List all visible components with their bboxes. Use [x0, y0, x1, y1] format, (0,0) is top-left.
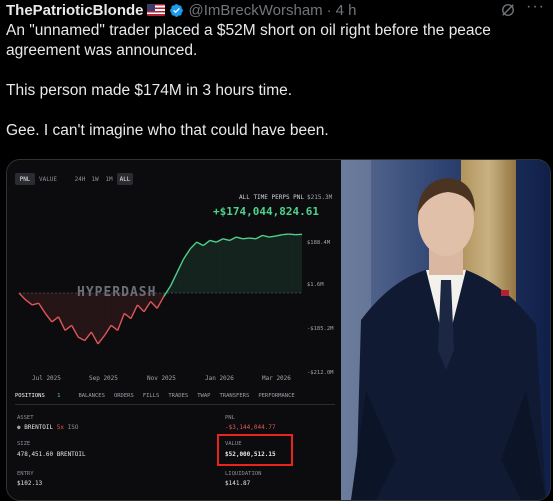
- y-tick-2: $1.6M: [307, 282, 324, 288]
- tab-trades[interactable]: TRADES: [168, 393, 188, 399]
- asset-leverage: 5x: [57, 424, 64, 431]
- pnl-area-segment: [177, 259, 184, 293]
- handle[interactable]: @ImBreckWorsham: [189, 2, 323, 19]
- oil-drop-icon: ●: [17, 424, 21, 431]
- position-tabs: POSITIONS 1 BALANCES ORDERS FILLS TRADES…: [15, 393, 304, 399]
- tab-orders[interactable]: ORDERS: [114, 393, 134, 399]
- pnl-area-segment: [276, 235, 283, 293]
- pnl-area-segment: [210, 240, 217, 293]
- pnl-value: -$3,144,044.77: [225, 424, 276, 431]
- pnl-area-segment: [249, 238, 256, 293]
- timestamp[interactable]: 4 h: [336, 2, 357, 19]
- pnl-label: PNL: [225, 415, 235, 421]
- pnl-area-segment: [65, 293, 72, 330]
- y-tick-3: -$185.2M: [307, 326, 334, 332]
- pnl-area-segment: [236, 237, 243, 293]
- grok-icon[interactable]: [499, 1, 517, 19]
- pnl-area-segment: [78, 293, 85, 341]
- pnl-area-segment: [223, 239, 230, 293]
- pnl-line-segment: [282, 234, 289, 235]
- pnl-area-segment: [282, 234, 289, 293]
- separator: ·: [327, 2, 332, 19]
- pnl-area-segment: [190, 242, 197, 293]
- tweet-paragraph-1: An "unnamed" trader placed a $52M short …: [6, 21, 546, 61]
- liquidation-label: LIQUIDATION: [225, 471, 261, 477]
- tweet-text: An "unnamed" trader placed a $52M short …: [6, 21, 546, 161]
- pnl-area-segment: [230, 237, 237, 293]
- pnl-area-segment: [263, 235, 270, 293]
- y-tick-4: -$212.0M: [307, 370, 334, 376]
- tab-fills[interactable]: FILLS: [143, 393, 160, 399]
- tweet-paragraph-3: Gee. I can't imagine who that could have…: [6, 121, 546, 141]
- x-tick-5: Mar 2026: [262, 375, 291, 382]
- pnl-area-segment: [256, 235, 263, 293]
- us-flag-icon: [147, 4, 165, 16]
- asset-label: ASSET: [17, 415, 34, 421]
- pnl-area-segment: [203, 240, 210, 293]
- pnl-line-segment: [243, 238, 250, 239]
- entry-label: ENTRY: [17, 471, 34, 477]
- verified-badge-icon: [169, 3, 184, 18]
- media-attachment[interactable]: PNL VALUE 24H 1W 1M ALL ALL TIME PERPS P…: [6, 159, 551, 501]
- display-name[interactable]: ThePatrioticBlonde: [6, 2, 144, 19]
- pnl-area-segment: [269, 236, 276, 293]
- pnl-area-segment: [184, 249, 191, 293]
- tab-transfers[interactable]: TRANSFERS: [220, 393, 250, 399]
- x-tick-3: Nov 2025: [147, 375, 176, 382]
- photo-illustration: [341, 160, 550, 500]
- hyperdash-screenshot: PNL VALUE 24H 1W 1M ALL ALL TIME PERPS P…: [7, 160, 341, 500]
- tab-balances[interactable]: BALANCES: [78, 393, 105, 399]
- asset-name: BRENTOIL: [24, 424, 53, 431]
- hyperdash-watermark: HYPERDASH: [77, 285, 156, 300]
- pnl-area-segment: [216, 239, 223, 293]
- tab-divider: [15, 404, 335, 405]
- tab-positions[interactable]: POSITIONS 1: [15, 393, 69, 399]
- value-value: $52,000,512.15: [225, 451, 276, 458]
- tweet-paragraph-2: This person made $174M in 3 hours time.: [6, 81, 546, 101]
- value-label: VALUE: [225, 441, 242, 447]
- pnl-area-segment: [39, 293, 46, 313]
- y-tick-1: $188.4M: [307, 240, 330, 246]
- entry-value: $102.13: [17, 480, 42, 487]
- pnl-line-segment: [249, 238, 256, 239]
- post-header: ThePatrioticBlonde @ImBreckWorsham · 4 h: [6, 0, 357, 20]
- x-tick-4: Jan 2026: [205, 375, 234, 382]
- pnl-area-segment: [197, 242, 204, 293]
- value-highlight-box: [217, 434, 293, 466]
- asset-margin: ISO: [68, 424, 79, 431]
- size-value: 478,451.60 BRENTOIL: [17, 451, 86, 458]
- pnl-chart: [7, 160, 341, 385]
- liquidation-value: $141.87: [225, 480, 250, 487]
- pnl-area-segment: [289, 234, 296, 293]
- x-tick-2: Sep 2025: [89, 375, 118, 382]
- pnl-area-segment: [295, 234, 302, 293]
- x-tick-1: Jul 2025: [32, 375, 61, 382]
- tab-twap[interactable]: TWAP: [197, 393, 210, 399]
- tab-performance[interactable]: PERFORMANCE: [258, 393, 294, 399]
- size-label: SIZE: [17, 441, 30, 447]
- man-in-suit-photo: [341, 160, 550, 500]
- asset-row: ● BRENTOIL 5x ISO: [17, 424, 78, 431]
- pnl-line-segment: [289, 234, 296, 235]
- pnl-area-segment: [91, 293, 98, 344]
- more-options-icon[interactable]: ···: [526, 0, 545, 16]
- pnl-area-segment: [243, 238, 250, 293]
